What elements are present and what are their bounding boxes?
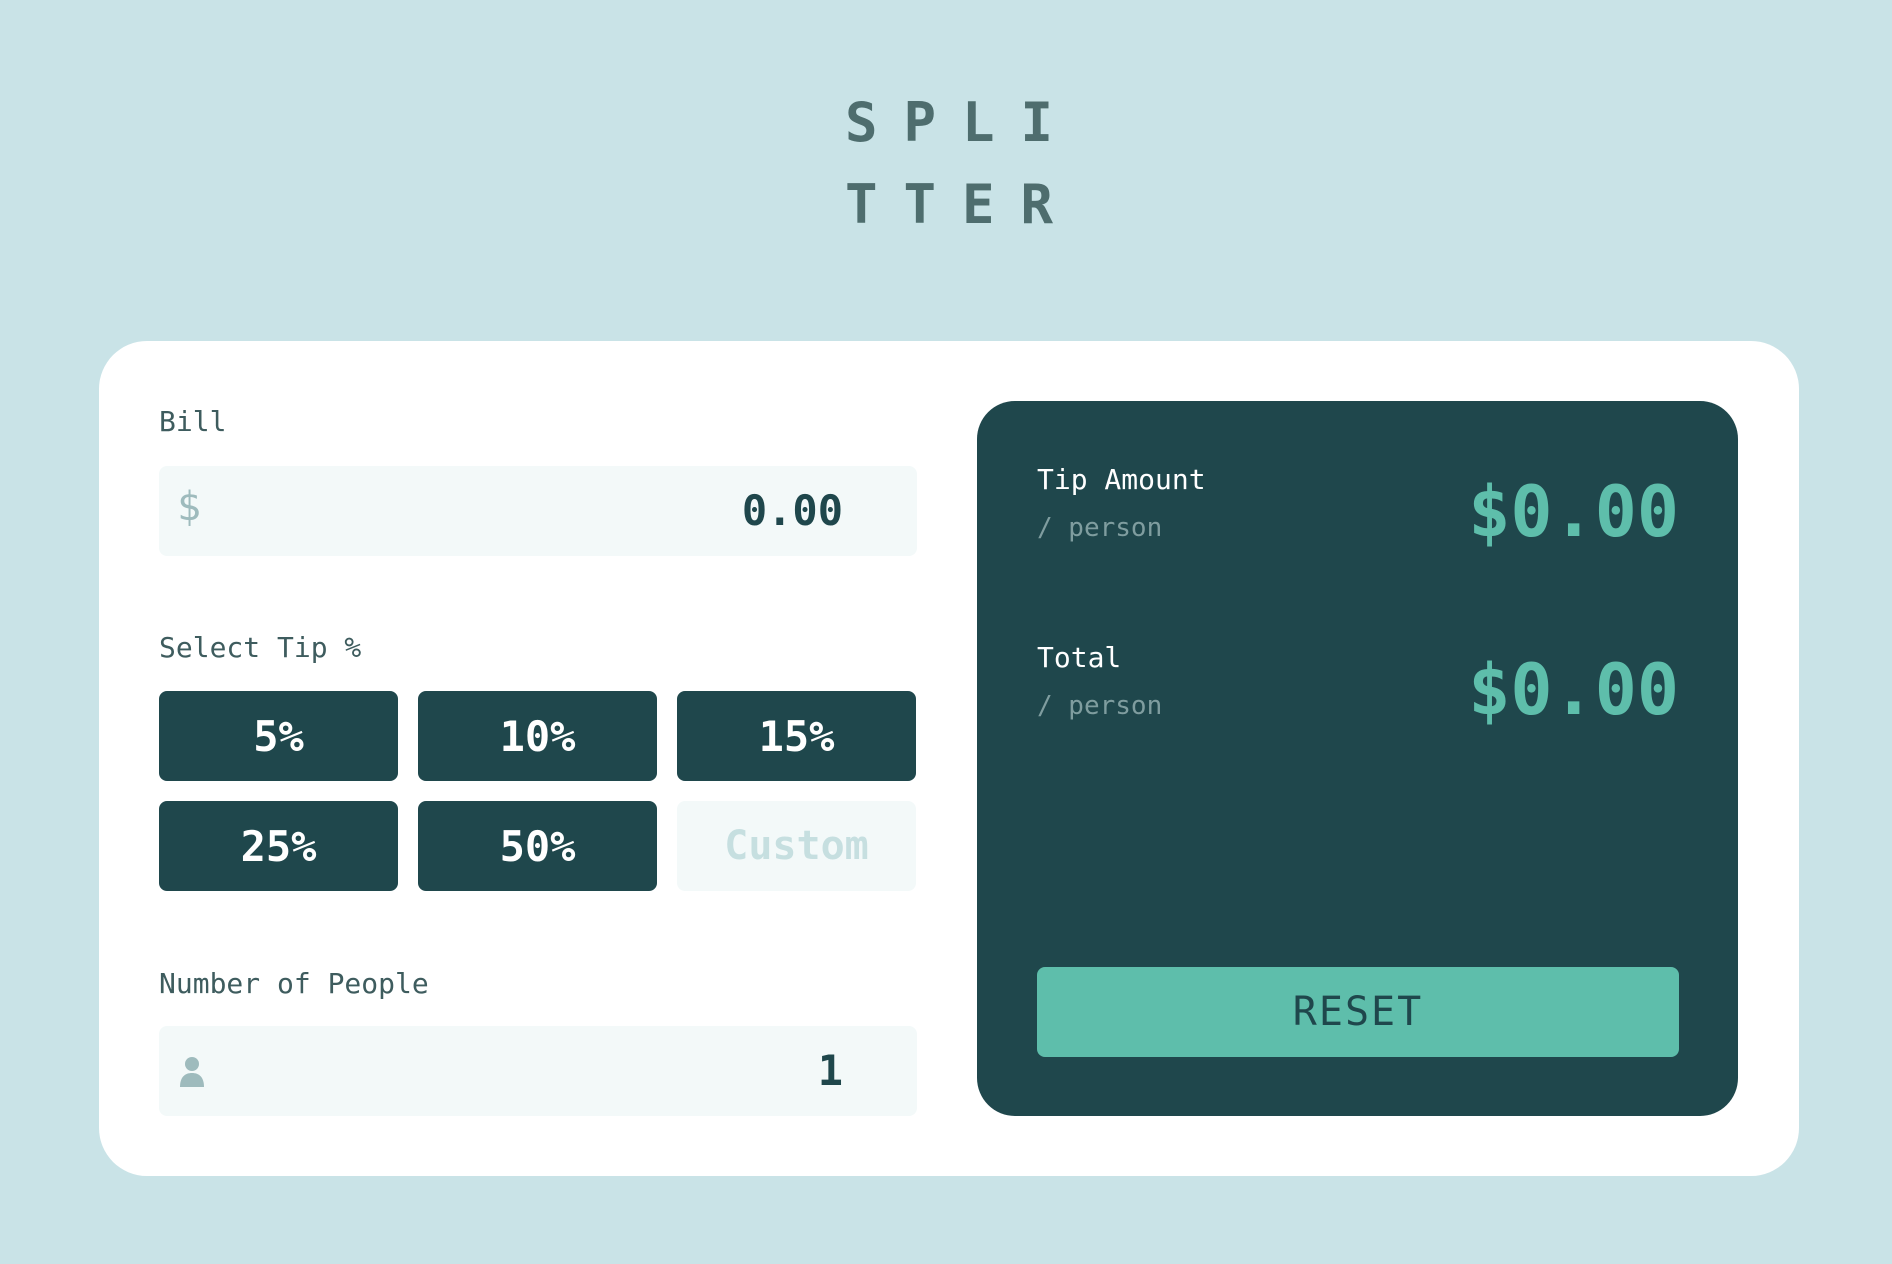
tip-button-50[interactable]: 50%: [418, 801, 657, 891]
logo-line-1: SPLI: [845, 91, 1080, 154]
tip-amount-row: Tip Amount / person $0.00: [1037, 463, 1679, 573]
person-icon: [180, 1057, 204, 1087]
logo-line-2: TTER: [845, 173, 1080, 236]
total-value: $0.00: [1468, 649, 1679, 731]
people-value: 1: [817, 1046, 843, 1095]
tip-amount-value: $0.00: [1468, 471, 1679, 553]
tip-amount-title: Tip Amount: [1037, 463, 1206, 496]
total-title: Total: [1037, 641, 1122, 674]
select-tip-label: Select Tip %: [159, 631, 362, 664]
tip-button-15[interactable]: 15%: [677, 691, 916, 781]
reset-button[interactable]: RESET: [1037, 967, 1679, 1057]
tip-button-10[interactable]: 10%: [418, 691, 657, 781]
dollar-icon: $: [177, 484, 202, 530]
total-row: Total / person $0.00: [1037, 641, 1679, 751]
tip-button-5[interactable]: 5%: [159, 691, 398, 781]
total-per-person: / person: [1037, 691, 1163, 721]
results-panel: Tip Amount / person $0.00 Total / person…: [977, 401, 1738, 1116]
tip-button-25[interactable]: 25%: [159, 801, 398, 891]
app-logo: SPLI TTER: [845, 82, 1065, 246]
people-input[interactable]: 1: [159, 1026, 917, 1116]
people-label: Number of People: [159, 967, 429, 1000]
bill-value: 0.00: [741, 486, 843, 535]
bill-label: Bill: [159, 405, 227, 438]
tip-amount-per-person: / person: [1037, 513, 1163, 543]
bill-input[interactable]: $ 0.00: [159, 466, 917, 556]
custom-tip-input[interactable]: Custom: [677, 801, 916, 891]
calculator-card: Bill $ 0.00 Select Tip % 5% 10% 15% 25% …: [99, 341, 1799, 1176]
